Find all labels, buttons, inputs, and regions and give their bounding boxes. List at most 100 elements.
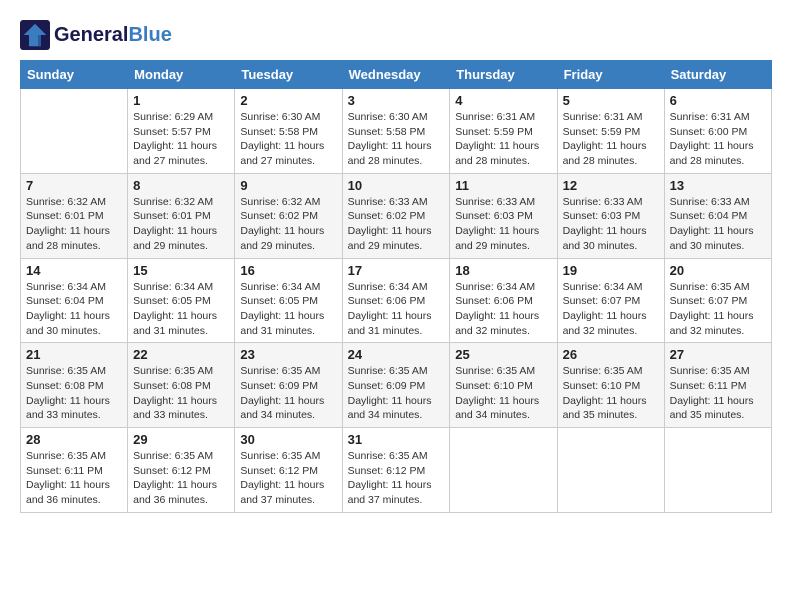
day-number: 27 — [670, 347, 766, 362]
cell-info: Sunrise: 6:32 AMSunset: 6:02 PMDaylight:… — [240, 195, 336, 254]
column-header-monday: Monday — [128, 61, 235, 89]
calendar-cell: 12Sunrise: 6:33 AMSunset: 6:03 PMDayligh… — [557, 173, 664, 258]
day-number: 17 — [348, 263, 445, 278]
calendar-cell: 26 Sunrise: 6:35 AMSunset: 6:10 PMDayligh… — [557, 343, 664, 428]
day-number: 20 — [670, 263, 766, 278]
day-number: 5 — [563, 93, 659, 108]
calendar-cell: 16Sunrise: 6:34 AMSunset: 6:05 PMDayligh… — [235, 258, 342, 343]
week-row-4: 21 Sunrise: 6:35 AMSunset: 6:08 PMDayligh… — [21, 343, 772, 428]
calendar-cell: 11Sunrise: 6:33 AMSunset: 6:03 PMDayligh… — [450, 173, 557, 258]
cell-info: Sunrise: 6:31 AMSunset: 6:00 PMDaylight:… — [670, 110, 766, 169]
column-header-saturday: Saturday — [664, 61, 771, 89]
calendar-cell: 18 Sunrise: 6:34 AMSunset: 6:06 PMDayligh… — [450, 258, 557, 343]
day-number: 26 — [563, 347, 659, 362]
calendar-cell: 6 Sunrise: 6:31 AMSunset: 6:00 PMDaylight… — [664, 89, 771, 174]
calendar-cell: 13Sunrise: 6:33 AMSunset: 6:04 PMDayligh… — [664, 173, 771, 258]
day-number: 8 — [133, 178, 229, 193]
day-number: 23 — [240, 347, 336, 362]
day-number: 25 — [455, 347, 551, 362]
calendar-cell: 31 Sunrise: 6:35 AMSunset: 6:12 PMDayligh… — [342, 428, 450, 513]
cell-info: Sunrise: 6:35 AMSunset: 6:11 PMDaylight:… — [670, 364, 766, 423]
column-header-friday: Friday — [557, 61, 664, 89]
cell-info: Sunrise: 6:32 AMSunset: 6:01 PMDaylight:… — [26, 195, 122, 254]
cell-info: Sunrise: 6:34 AMSunset: 6:06 PMDaylight:… — [348, 280, 445, 339]
cell-info: Sunrise: 6:35 AMSunset: 6:11 PMDaylight:… — [26, 449, 122, 508]
calendar-cell: 17 Sunrise: 6:34 AMSunset: 6:06 PMDayligh… — [342, 258, 450, 343]
cell-info: Sunrise: 6:32 AMSunset: 6:01 PMDaylight:… — [133, 195, 229, 254]
cell-info: Sunrise: 6:35 AMSunset: 6:08 PMDaylight:… — [26, 364, 122, 423]
day-number: 6 — [670, 93, 766, 108]
logo-icon — [20, 20, 50, 50]
day-number: 19 — [563, 263, 659, 278]
cell-info: Sunrise: 6:35 AMSunset: 6:12 PMDaylight:… — [133, 449, 229, 508]
calendar-cell — [664, 428, 771, 513]
calendar-cell: 4 Sunrise: 6:31 AMSunset: 5:59 PMDaylight… — [450, 89, 557, 174]
calendar-cell: 8 Sunrise: 6:32 AMSunset: 6:01 PMDaylight… — [128, 173, 235, 258]
day-number: 11 — [455, 178, 551, 193]
column-header-wednesday: Wednesday — [342, 61, 450, 89]
cell-info: Sunrise: 6:35 AMSunset: 6:10 PMDaylight:… — [563, 364, 659, 423]
cell-info: Sunrise: 6:34 AMSunset: 6:06 PMDaylight:… — [455, 280, 551, 339]
cell-info: Sunrise: 6:31 AMSunset: 5:59 PMDaylight:… — [563, 110, 659, 169]
day-number: 4 — [455, 93, 551, 108]
calendar-cell: 15 Sunrise: 6:34 AMSunset: 6:05 PMDayligh… — [128, 258, 235, 343]
calendar-cell: 3 Sunrise: 6:30 AMSunset: 5:58 PMDaylight… — [342, 89, 450, 174]
cell-info: Sunrise: 6:35 AMSunset: 6:12 PMDaylight:… — [240, 449, 336, 508]
calendar-cell: 21 Sunrise: 6:35 AMSunset: 6:08 PMDayligh… — [21, 343, 128, 428]
day-number: 14 — [26, 263, 122, 278]
week-row-1: 1Sunrise: 6:29 AMSunset: 5:57 PMDaylight… — [21, 89, 772, 174]
calendar-cell — [21, 89, 128, 174]
day-number: 7 — [26, 178, 122, 193]
cell-info: Sunrise: 6:35 AMSunset: 6:07 PMDaylight:… — [670, 280, 766, 339]
cell-info: Sunrise: 6:30 AMSunset: 5:58 PMDaylight:… — [348, 110, 445, 169]
calendar-cell: 30 Sunrise: 6:35 AMSunset: 6:12 PMDayligh… — [235, 428, 342, 513]
cell-info: Sunrise: 6:34 AMSunset: 6:07 PMDaylight:… — [563, 280, 659, 339]
day-number: 24 — [348, 347, 445, 362]
calendar-cell: 9 Sunrise: 6:32 AMSunset: 6:02 PMDaylight… — [235, 173, 342, 258]
day-number: 22 — [133, 347, 229, 362]
day-number: 31 — [348, 432, 445, 447]
day-number: 3 — [348, 93, 445, 108]
cell-info: Sunrise: 6:34 AMSunset: 6:05 PMDaylight:… — [133, 280, 229, 339]
calendar-cell: 28 Sunrise: 6:35 AMSunset: 6:11 PMDayligh… — [21, 428, 128, 513]
day-number: 18 — [455, 263, 551, 278]
day-number: 1 — [133, 93, 229, 108]
cell-info: Sunrise: 6:34 AMSunset: 6:04 PMDaylight:… — [26, 280, 122, 339]
week-row-2: 7 Sunrise: 6:32 AMSunset: 6:01 PMDaylight… — [21, 173, 772, 258]
day-number: 12 — [563, 178, 659, 193]
calendar-cell: 23 Sunrise: 6:35 AMSunset: 6:09 PMDayligh… — [235, 343, 342, 428]
cell-info: Sunrise: 6:35 AMSunset: 6:09 PMDaylight:… — [348, 364, 445, 423]
cell-info: Sunrise: 6:35 AMSunset: 6:08 PMDaylight:… — [133, 364, 229, 423]
cell-info: Sunrise: 6:31 AMSunset: 5:59 PMDaylight:… — [455, 110, 551, 169]
calendar-cell: 14 Sunrise: 6:34 AMSunset: 6:04 PMDayligh… — [21, 258, 128, 343]
calendar-cell: 2 Sunrise: 6:30 AMSunset: 5:58 PMDaylight… — [235, 89, 342, 174]
cell-info: Sunrise: 6:35 AMSunset: 6:12 PMDaylight:… — [348, 449, 445, 508]
calendar-cell: 25Sunrise: 6:35 AMSunset: 6:10 PMDayligh… — [450, 343, 557, 428]
logo-text: GeneralBlue — [54, 24, 172, 46]
column-header-tuesday: Tuesday — [235, 61, 342, 89]
calendar-cell: 1Sunrise: 6:29 AMSunset: 5:57 PMDaylight… — [128, 89, 235, 174]
day-number: 30 — [240, 432, 336, 447]
cell-info: Sunrise: 6:33 AMSunset: 6:02 PMDaylight:… — [348, 195, 445, 254]
day-number: 10 — [348, 178, 445, 193]
column-header-sunday: Sunday — [21, 61, 128, 89]
day-number: 9 — [240, 178, 336, 193]
calendar-cell: 29Sunrise: 6:35 AMSunset: 6:12 PMDayligh… — [128, 428, 235, 513]
logo: GeneralBlue — [20, 20, 172, 50]
week-row-5: 28 Sunrise: 6:35 AMSunset: 6:11 PMDayligh… — [21, 428, 772, 513]
cell-info: Sunrise: 6:35 AMSunset: 6:09 PMDaylight:… — [240, 364, 336, 423]
calendar-cell: 20 Sunrise: 6:35 AMSunset: 6:07 PMDayligh… — [664, 258, 771, 343]
day-number: 21 — [26, 347, 122, 362]
page-header: GeneralBlue — [20, 20, 772, 50]
cell-info: Sunrise: 6:30 AMSunset: 5:58 PMDaylight:… — [240, 110, 336, 169]
header-row: SundayMondayTuesdayWednesdayThursdayFrid… — [21, 61, 772, 89]
day-number: 28 — [26, 432, 122, 447]
day-number: 2 — [240, 93, 336, 108]
cell-info: Sunrise: 6:34 AMSunset: 6:05 PMDaylight:… — [240, 280, 336, 339]
calendar-cell: 24 Sunrise: 6:35 AMSunset: 6:09 PMDayligh… — [342, 343, 450, 428]
calendar-cell: 19 Sunrise: 6:34 AMSunset: 6:07 PMDayligh… — [557, 258, 664, 343]
day-number: 15 — [133, 263, 229, 278]
week-row-3: 14 Sunrise: 6:34 AMSunset: 6:04 PMDayligh… — [21, 258, 772, 343]
cell-info: Sunrise: 6:33 AMSunset: 6:04 PMDaylight:… — [670, 195, 766, 254]
calendar-cell: 7 Sunrise: 6:32 AMSunset: 6:01 PMDaylight… — [21, 173, 128, 258]
